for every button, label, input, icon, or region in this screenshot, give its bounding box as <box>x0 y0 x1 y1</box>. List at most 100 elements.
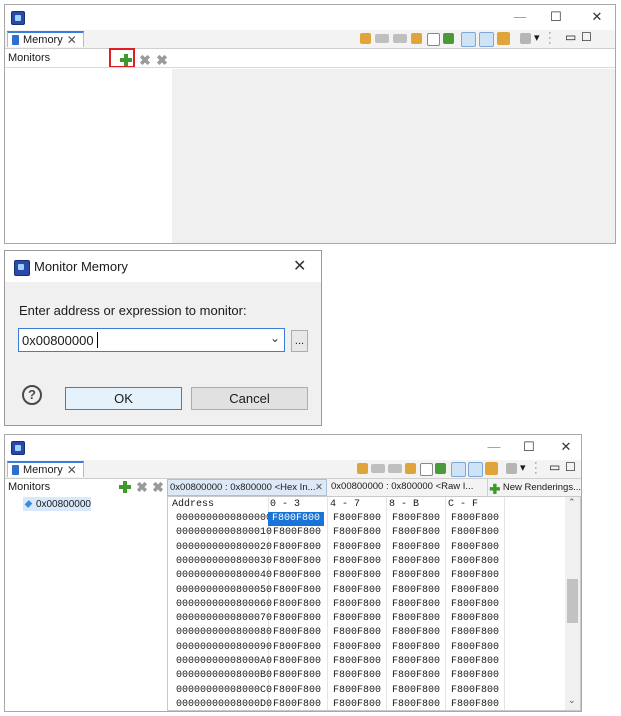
table-row[interactable]: 0000000000800040 F800F800 F800F800 F800F800… <box>168 569 565 583</box>
toggle-address-icon[interactable] <box>393 34 407 43</box>
memory-cell[interactable]: F800F800 <box>451 512 499 526</box>
reset-icon[interactable] <box>360 33 371 44</box>
maximize-view-icon[interactable]: ☐ <box>581 30 592 44</box>
memory-view-tab[interactable]: Memory ✕ <box>7 31 84 47</box>
memory-cell[interactable]: F800F800 <box>451 698 499 710</box>
browse-button[interactable]: ... <box>291 330 308 352</box>
table-row[interactable]: 0000000000800050 F800F800 F800F800 F800F800… <box>168 584 565 598</box>
close-tab-icon[interactable]: ✕ <box>67 34 77 46</box>
minimize-view-icon[interactable]: ▭ <box>565 30 576 44</box>
memory-cell[interactable]: F800F800 <box>273 526 321 540</box>
minimize-view-icon-bottom[interactable]: ▭ <box>549 460 560 474</box>
cancel-button[interactable]: Cancel <box>191 387 308 410</box>
table-row[interactable]: 00000000008000A0 F800F800 F800F800 F800F800… <box>168 655 565 669</box>
layout-icon[interactable] <box>461 32 476 47</box>
memory-cell[interactable]: F800F800 <box>392 569 440 583</box>
memory-cell[interactable]: F800F800 <box>273 684 321 698</box>
table-row[interactable]: 0000000000800010 F800F800 F800F800 F800F800… <box>168 526 565 540</box>
rendering-tab-close-icon[interactable]: ✕ <box>315 480 323 495</box>
export-icon-bottom[interactable] <box>435 463 446 474</box>
export-icon[interactable] <box>443 33 454 44</box>
address-combo[interactable]: 0x00800000 ⌄ <box>18 328 285 352</box>
format-icon[interactable] <box>520 33 531 44</box>
memory-cell[interactable]: F800F800 <box>451 684 499 698</box>
memory-cell[interactable]: F800F800 <box>392 526 440 540</box>
reset-icon-bottom[interactable] <box>357 463 368 474</box>
format-icon-bottom[interactable] <box>506 463 517 474</box>
memory-cell[interactable]: F800F800 <box>333 526 381 540</box>
table-row[interactable]: 0000000000800020 F800F800 F800F800 F800F800… <box>168 541 565 555</box>
memory-cell[interactable]: F800F800 <box>333 598 381 612</box>
toggle-address-icon-bottom[interactable] <box>388 464 402 473</box>
rendering-tab-raw[interactable]: 0x00800000 : 0x800000 <Raw I... <box>328 479 481 496</box>
memory-cell[interactable]: F800F800 <box>451 612 499 626</box>
memory-cell[interactable]: F800F800 <box>273 641 321 655</box>
close-tab-icon-bottom[interactable]: ✕ <box>67 464 77 476</box>
rendering-tab-hex[interactable]: 0x00800000 : 0x800000 <Hex In... ✕ <box>167 479 327 496</box>
maximize-button[interactable]: ☐ <box>548 10 564 24</box>
memory-cell[interactable]: F800F800 <box>451 584 499 598</box>
table-row[interactable]: 0000000000800060 F800F800 F800F800 F800F800… <box>168 598 565 612</box>
memory-cell[interactable]: F800F800 <box>392 598 440 612</box>
sync-icon-bottom[interactable] <box>485 462 498 475</box>
table-row[interactable]: 00000000008000B0 F800F800 F800F800 F800F800… <box>168 669 565 683</box>
memory-cell[interactable]: F800F800 <box>451 669 499 683</box>
vertical-scrollbar[interactable]: ⌃ ⌄ <box>565 497 580 710</box>
ok-button[interactable]: OK <box>65 387 182 410</box>
memory-cell[interactable]: F800F800 <box>451 598 499 612</box>
maximize-button-bottom[interactable]: ☐ <box>521 440 537 454</box>
view-menu-chevron-icon-bottom[interactable]: ▾ <box>520 461 526 474</box>
memory-cell[interactable]: F800F800 <box>392 612 440 626</box>
table-row[interactable]: 0000000000800000 F800F800 F800F800 F800F800… <box>168 512 565 526</box>
selected-memory-cell[interactable]: F800F800 <box>268 512 325 526</box>
monitor-list-item[interactable]: 0x00800000 <box>23 497 91 511</box>
memory-cell[interactable]: F800F800 <box>392 512 440 526</box>
help-icon[interactable]: ? <box>22 385 42 405</box>
table-row[interactable]: 00000000008000C0 F800F800 F800F800 F800F800… <box>168 684 565 698</box>
remove-monitor-icon-bottom[interactable]: ✖ <box>135 480 149 494</box>
address-input[interactable]: 0x00800000 <box>22 333 94 348</box>
memory-cell[interactable]: F800F800 <box>451 526 499 540</box>
new-tab-icon[interactable] <box>427 33 440 46</box>
memory-cell[interactable]: F800F800 <box>273 541 321 555</box>
memory-cell[interactable]: F800F800 <box>451 641 499 655</box>
new-renderings-tab[interactable]: New Renderings... <box>487 479 581 496</box>
memory-cell[interactable]: F800F800 <box>273 584 321 598</box>
link-icon-bottom[interactable] <box>405 463 416 474</box>
toggle-split-icon[interactable] <box>375 34 389 43</box>
memory-cell[interactable]: F800F800 <box>392 555 440 569</box>
memory-cell[interactable]: F800F800 <box>451 655 499 669</box>
memory-cell[interactable]: F800F800 <box>273 569 321 583</box>
memory-cell[interactable]: F800F800 <box>333 541 381 555</box>
memory-cell[interactable]: F800F800 <box>333 698 381 710</box>
memory-cell[interactable]: F800F800 <box>333 626 381 640</box>
memory-cell[interactable]: F800F800 <box>451 541 499 555</box>
memory-cell[interactable]: F800F800 <box>392 541 440 555</box>
memory-cell[interactable]: F800F800 <box>333 612 381 626</box>
remove-monitor-icon[interactable]: ✖ <box>138 53 152 67</box>
minimize-button-bottom[interactable]: — <box>486 440 502 454</box>
memory-cell[interactable]: F800F800 <box>333 555 381 569</box>
table-row[interactable]: 0000000000800080 F800F800 F800F800 F800F800… <box>168 626 565 640</box>
memory-cell[interactable]: F800F800 <box>333 669 381 683</box>
memory-cell[interactable]: F800F800 <box>273 555 321 569</box>
maximize-view-icon-bottom[interactable]: ☐ <box>565 460 576 474</box>
scroll-up-icon[interactable]: ⌃ <box>568 497 576 508</box>
memory-cell[interactable]: F800F800 <box>333 684 381 698</box>
scroll-thumb[interactable] <box>567 579 578 623</box>
table-row[interactable]: 00000000008000D0 F800F800 F800F800 F800F800… <box>168 698 565 710</box>
memory-cell[interactable]: F800F800 <box>273 655 321 669</box>
memory-cell[interactable]: F800F800 <box>392 584 440 598</box>
link-icon[interactable] <box>411 33 422 44</box>
close-window-button-bottom[interactable]: ✕ <box>558 440 574 454</box>
minimize-button[interactable]: — <box>512 10 528 24</box>
remove-all-monitors-icon-bottom[interactable]: ✖ <box>151 480 165 494</box>
remove-all-monitors-icon[interactable]: ✖ <box>155 53 169 67</box>
memory-cell[interactable]: F800F800 <box>273 612 321 626</box>
memory-cell[interactable]: F800F800 <box>392 684 440 698</box>
table-row[interactable]: 0000000000800070 F800F800 F800F800 F800F800… <box>168 612 565 626</box>
memory-cell[interactable]: F800F800 <box>392 626 440 640</box>
sync-icon[interactable] <box>497 32 510 45</box>
memory-cell[interactable]: F800F800 <box>333 512 381 526</box>
vertical-dots-icon[interactable]: · · · <box>548 28 552 49</box>
